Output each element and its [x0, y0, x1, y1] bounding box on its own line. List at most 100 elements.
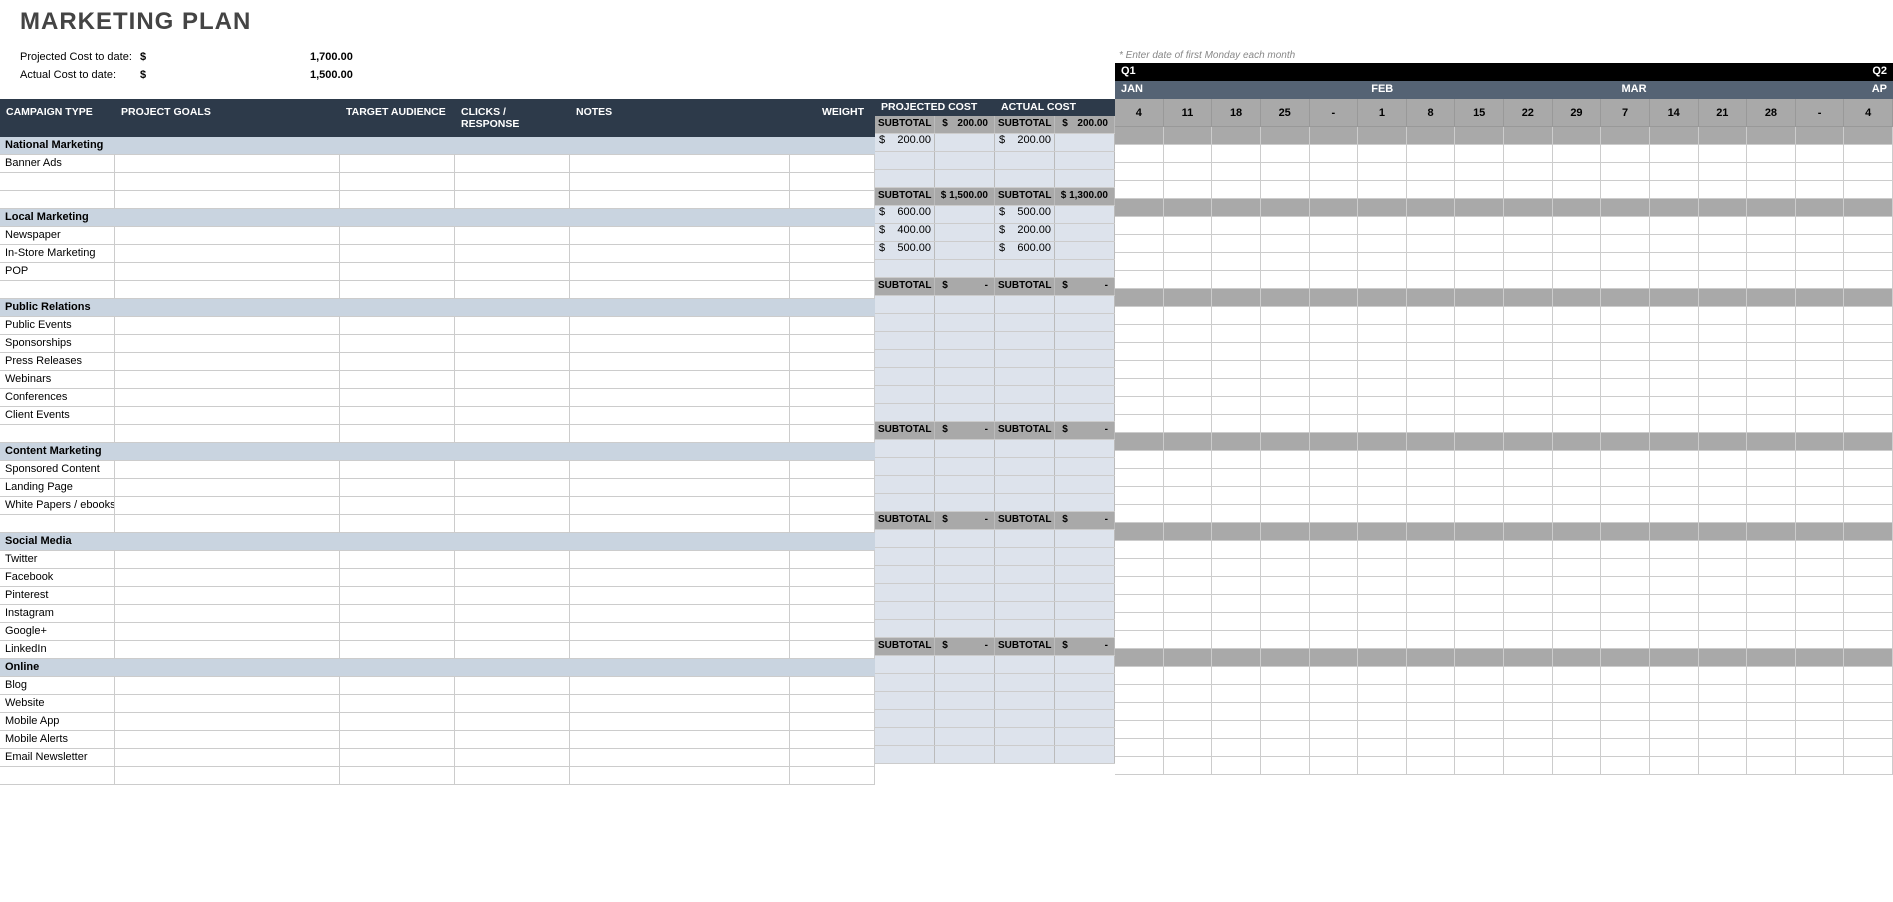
timeline-cell[interactable]	[1650, 541, 1699, 558]
timeline-cell[interactable]	[1407, 595, 1456, 612]
cost-value[interactable]	[1055, 602, 1115, 619]
timeline-cell[interactable]	[1455, 613, 1504, 630]
cell[interactable]	[790, 479, 875, 496]
timeline-cell[interactable]	[1358, 253, 1407, 270]
cost-curr[interactable]	[875, 494, 935, 511]
cell[interactable]	[455, 209, 570, 226]
timeline-cell[interactable]	[1796, 235, 1845, 252]
cost-value[interactable]	[935, 674, 995, 691]
timeline-cell[interactable]	[1407, 649, 1456, 666]
timeline-cell[interactable]	[1455, 343, 1504, 360]
cell[interactable]: Sponsored Content	[0, 461, 115, 478]
cell[interactable]	[455, 155, 570, 172]
item-row[interactable]: Email Newsletter	[0, 749, 875, 767]
timeline-cell[interactable]	[1650, 415, 1699, 432]
timeline-cell[interactable]	[1699, 217, 1748, 234]
cell[interactable]	[790, 515, 875, 532]
timeline-cell[interactable]	[1261, 433, 1310, 450]
cost-value[interactable]	[1055, 404, 1115, 421]
timeline-cell[interactable]	[1844, 631, 1893, 648]
timeline-cell[interactable]	[1650, 379, 1699, 396]
timeline-cell[interactable]	[1844, 253, 1893, 270]
cell[interactable]	[570, 371, 790, 388]
cell[interactable]	[790, 749, 875, 766]
cost-value[interactable]	[935, 404, 995, 421]
timeline-cell[interactable]	[1115, 397, 1164, 414]
timeline-cell[interactable]	[1504, 163, 1553, 180]
timeline-cell[interactable]	[1261, 271, 1310, 288]
timeline-cell[interactable]	[1504, 415, 1553, 432]
subtotal-label[interactable]: SUBTOTAL	[875, 278, 935, 295]
timeline-cell[interactable]	[1455, 379, 1504, 396]
cost-value[interactable]	[1055, 674, 1115, 691]
timeline-cell[interactable]	[1844, 685, 1893, 702]
timeline-cell[interactable]	[1212, 163, 1261, 180]
item-row[interactable]	[0, 767, 875, 785]
subtotal-label[interactable]: SUBTOTAL	[875, 422, 935, 439]
timeline-cell[interactable]	[1796, 271, 1845, 288]
timeline-cell[interactable]	[1747, 757, 1796, 774]
cell[interactable]	[340, 173, 455, 190]
cell[interactable]	[790, 443, 875, 460]
cost-value[interactable]	[1055, 584, 1115, 601]
timeline-cell[interactable]	[1504, 145, 1553, 162]
timeline-cell[interactable]	[1164, 487, 1213, 504]
cost-curr[interactable]	[875, 602, 935, 619]
cell[interactable]	[570, 623, 790, 640]
cell[interactable]: Mobile App	[0, 713, 115, 730]
cell[interactable]	[570, 173, 790, 190]
cell[interactable]: Local Marketing	[0, 209, 115, 226]
item-row[interactable]: Website	[0, 695, 875, 713]
cell[interactable]	[455, 137, 570, 154]
cell[interactable]	[340, 515, 455, 532]
timeline-cell[interactable]	[1844, 667, 1893, 684]
timeline-cell[interactable]	[1407, 757, 1456, 774]
item-row[interactable]: Press Releases	[0, 353, 875, 371]
timeline-cell[interactable]	[1796, 289, 1845, 306]
cell[interactable]: Client Events	[0, 407, 115, 424]
timeline-cell[interactable]	[1844, 343, 1893, 360]
timeline-cell[interactable]	[1553, 181, 1602, 198]
timeline-cell[interactable]	[1455, 703, 1504, 720]
timeline-cell[interactable]	[1747, 163, 1796, 180]
cost-curr[interactable]: $200.00	[875, 134, 935, 151]
timeline-cell[interactable]	[1115, 343, 1164, 360]
timeline-cell[interactable]	[1796, 325, 1845, 342]
cell[interactable]	[340, 371, 455, 388]
timeline-cell[interactable]	[1261, 145, 1310, 162]
cell[interactable]	[340, 695, 455, 712]
timeline-cell[interactable]	[1747, 361, 1796, 378]
timeline-cell[interactable]	[1504, 505, 1553, 522]
timeline-cell[interactable]	[1699, 379, 1748, 396]
timeline-cell[interactable]	[1553, 343, 1602, 360]
cell[interactable]	[570, 299, 790, 316]
timeline-cell[interactable]	[1164, 127, 1213, 144]
timeline-cell[interactable]	[1212, 523, 1261, 540]
timeline-cell[interactable]	[1650, 433, 1699, 450]
timeline-cell[interactable]	[1747, 199, 1796, 216]
timeline-cell[interactable]	[1310, 451, 1359, 468]
timeline-cell[interactable]	[1844, 307, 1893, 324]
cell[interactable]	[790, 767, 875, 784]
timeline-cell[interactable]	[1115, 613, 1164, 630]
timeline-cell[interactable]	[1212, 415, 1261, 432]
timeline-cell[interactable]	[1407, 451, 1456, 468]
cost-curr[interactable]	[995, 656, 1055, 673]
cost-value[interactable]	[935, 386, 995, 403]
cell[interactable]	[0, 425, 115, 442]
timeline-cell[interactable]	[1504, 235, 1553, 252]
timeline-cell[interactable]	[1407, 505, 1456, 522]
timeline-cell[interactable]	[1407, 271, 1456, 288]
cell[interactable]: POP	[0, 263, 115, 280]
timeline-cell[interactable]	[1601, 721, 1650, 738]
timeline-cell[interactable]	[1212, 667, 1261, 684]
timeline-cell[interactable]	[1796, 379, 1845, 396]
timeline-cell[interactable]	[1699, 361, 1748, 378]
timeline-cell[interactable]	[1407, 487, 1456, 504]
cost-curr[interactable]	[995, 620, 1055, 637]
cell[interactable]: Mobile Alerts	[0, 731, 115, 748]
cell[interactable]	[455, 371, 570, 388]
cost-curr[interactable]	[995, 440, 1055, 457]
timeline-cell[interactable]	[1844, 217, 1893, 234]
cell[interactable]	[790, 677, 875, 694]
